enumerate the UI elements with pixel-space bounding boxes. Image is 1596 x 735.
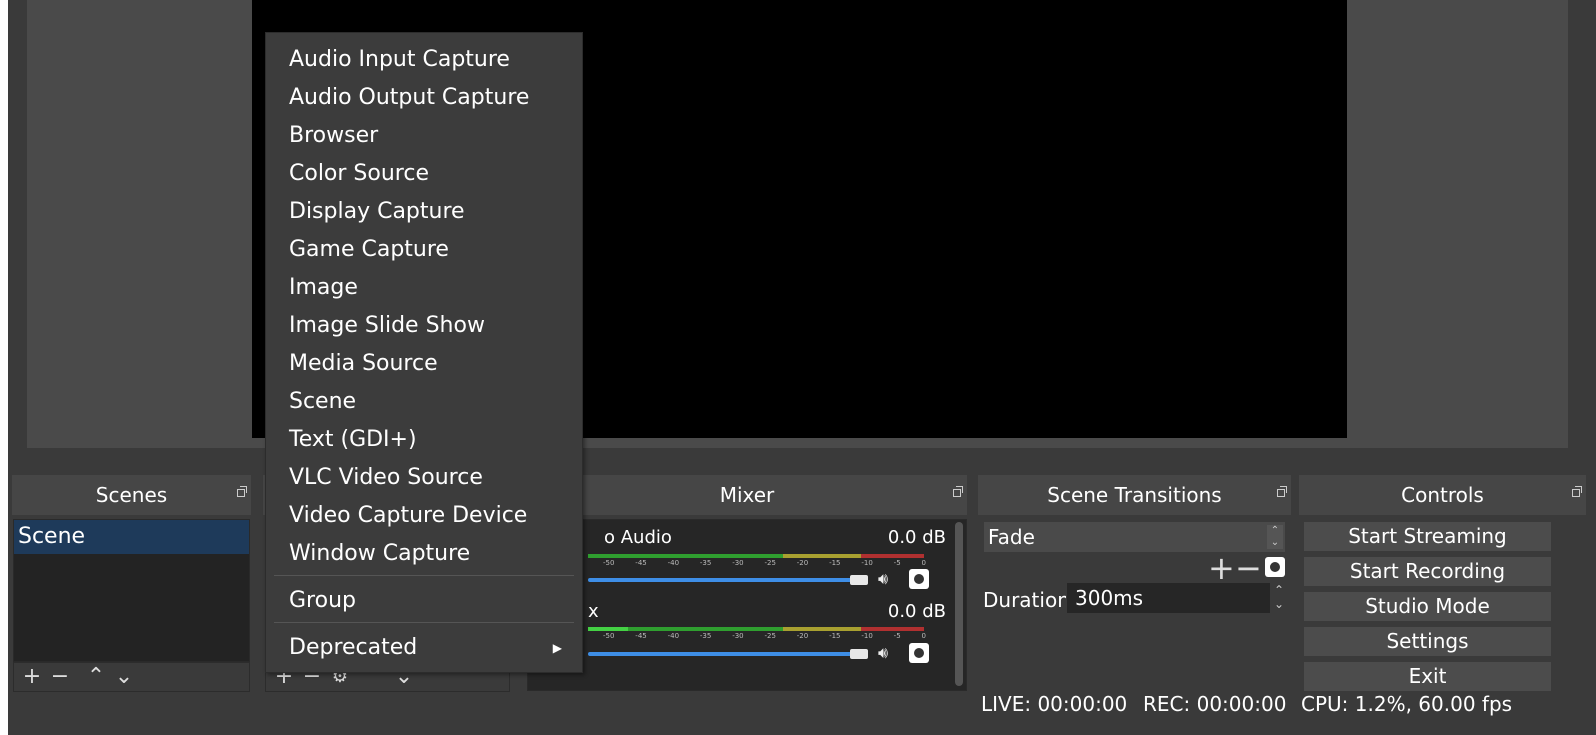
speaker-icon[interactable]: 🔊︎: [872, 642, 894, 664]
float-dock-icon[interactable]: [953, 486, 963, 497]
volume-slider-track[interactable]: [588, 652, 853, 656]
tick-label: -30: [732, 559, 744, 567]
volume-meter-red: [861, 627, 924, 631]
volume-slider-handle[interactable]: [850, 575, 868, 585]
volume-meter-green: [588, 554, 783, 558]
menu-item-window-capture[interactable]: Window Capture: [266, 536, 582, 572]
add-source-context-menu: Audio Input Capture Audio Output Capture…: [265, 32, 583, 673]
menu-item-group[interactable]: Group: [266, 583, 582, 619]
remove-transition-icon[interactable]: −: [1235, 552, 1262, 584]
exit-button[interactable]: Exit: [1303, 661, 1552, 692]
tick-label: -50: [603, 559, 615, 567]
menu-item-game-capture[interactable]: Game Capture: [266, 232, 582, 268]
volume-meter-yellow: [783, 627, 861, 631]
menu-item-video-capture-device[interactable]: Video Capture Device: [266, 498, 582, 534]
select-arrow-icon: ⌃ ⌄: [1267, 525, 1283, 549]
menu-item-deprecated[interactable]: Deprecated ▶: [266, 630, 582, 666]
duration-field[interactable]: 300ms: [1066, 582, 1271, 614]
tick-label: -40: [667, 632, 680, 640]
tick-label: -50: [603, 632, 615, 640]
duration-spin-icon[interactable]: ⌃ ⌄: [1271, 583, 1287, 613]
volume-meter-yellow: [783, 554, 861, 558]
volume-slider-handle[interactable]: [850, 649, 868, 659]
live-status: LIVE: 00:00:00: [981, 692, 1128, 716]
volume-meter-green: [588, 627, 628, 631]
studio-mode-button[interactable]: Studio Mode: [1303, 591, 1552, 622]
scenes-title-label: Scenes: [95, 483, 168, 507]
channel-settings-icon[interactable]: [909, 643, 929, 663]
tick-label: -15: [829, 632, 841, 640]
mixer-title-label: Mixer: [719, 483, 775, 507]
tick-label: -20: [796, 559, 809, 567]
transition-select-value: Fade: [988, 525, 1035, 549]
add-scene-icon[interactable]: +: [22, 664, 42, 690]
menu-item-audio-input-capture[interactable]: Audio Input Capture: [266, 42, 582, 78]
menu-item-scene[interactable]: Scene: [266, 384, 582, 420]
menu-item-image[interactable]: Image: [266, 270, 582, 306]
mixer-dock-title: Mixer: [527, 475, 967, 515]
tick-label: -5: [893, 559, 901, 567]
volume-meter-red: [861, 554, 924, 558]
scene-item[interactable]: Scene: [14, 520, 249, 554]
float-dock-icon[interactable]: [1572, 486, 1582, 497]
transitions-title-label: Scene Transitions: [1047, 483, 1222, 507]
settings-button[interactable]: Settings: [1303, 626, 1552, 657]
tick-label: -45: [635, 559, 647, 567]
menu-separator: [274, 575, 574, 576]
controls-title-label: Controls: [1401, 483, 1484, 507]
menu-item-audio-output-capture[interactable]: Audio Output Capture: [266, 80, 582, 116]
tick-label: -25: [764, 559, 776, 567]
menu-item-image-slide-show[interactable]: Image Slide Show: [266, 308, 582, 344]
tick-label: -5: [893, 632, 901, 640]
mixer-channel-level: 0.0 dB: [887, 527, 946, 548]
menu-item-deprecated-label: Deprecated: [289, 635, 418, 660]
volume-meter-green: [628, 627, 783, 631]
tick-label: -40: [667, 559, 680, 567]
menu-separator: [274, 622, 574, 623]
move-down-icon[interactable]: ⌄: [114, 664, 134, 690]
speaker-icon[interactable]: 🔊︎: [872, 568, 894, 590]
tick-label: -45: [635, 632, 647, 640]
menu-item-display-capture[interactable]: Display Capture: [266, 194, 582, 230]
scenes-dock-title: Scenes: [12, 475, 251, 515]
remove-scene-icon[interactable]: −: [50, 664, 70, 690]
volume-slider-track[interactable]: [588, 578, 853, 582]
scenes-list[interactable]: Scene: [13, 519, 250, 662]
start-recording-button[interactable]: Start Recording: [1303, 556, 1552, 587]
start-streaming-button[interactable]: Start Streaming: [1303, 521, 1552, 552]
float-dock-icon[interactable]: [1277, 486, 1287, 497]
tick-label: -20: [796, 632, 809, 640]
tick-label: -15: [829, 559, 841, 567]
menu-item-media-source[interactable]: Media Source: [266, 346, 582, 382]
cpu-status: CPU: 1.2%, 60.00 fps: [1301, 692, 1513, 716]
scenes-toolbar: + − ⌃ ⌄: [13, 662, 250, 692]
duration-label: Duration: [983, 588, 1070, 612]
tick-label: -25: [764, 632, 776, 640]
submenu-arrow-icon: ▶: [552, 641, 562, 655]
menu-item-vlc-video-source[interactable]: VLC Video Source: [266, 460, 582, 496]
mixer-scrollbar[interactable]: [955, 522, 963, 686]
move-up-icon[interactable]: ⌃: [86, 664, 106, 690]
add-transition-icon[interactable]: +: [1208, 552, 1235, 584]
mixer-panel: o Audio 0.0 dB -50 -45 -40 -35 -30 -25 -…: [527, 519, 967, 691]
mixer-channel-name: o Audio: [604, 527, 672, 548]
rec-status: REC: 00:00:00: [1143, 692, 1287, 716]
channel-settings-icon[interactable]: [909, 569, 929, 589]
tick-label: -30: [732, 632, 744, 640]
menu-item-browser[interactable]: Browser: [266, 118, 582, 154]
tick-label: -35: [699, 559, 712, 567]
transitions-dock-title: Scene Transitions: [978, 475, 1291, 515]
tick-label: -35: [699, 632, 712, 640]
mixer-channel-level: 0.0 dB: [887, 601, 946, 622]
menu-item-color-source[interactable]: Color Source: [266, 156, 582, 192]
transition-properties-icon[interactable]: [1265, 557, 1285, 577]
controls-dock-title: Controls: [1299, 475, 1586, 515]
menu-item-text-gdi[interactable]: Text (GDI+): [266, 422, 582, 458]
float-dock-icon[interactable]: [237, 486, 247, 497]
mixer-channel-name: x: [588, 601, 599, 622]
